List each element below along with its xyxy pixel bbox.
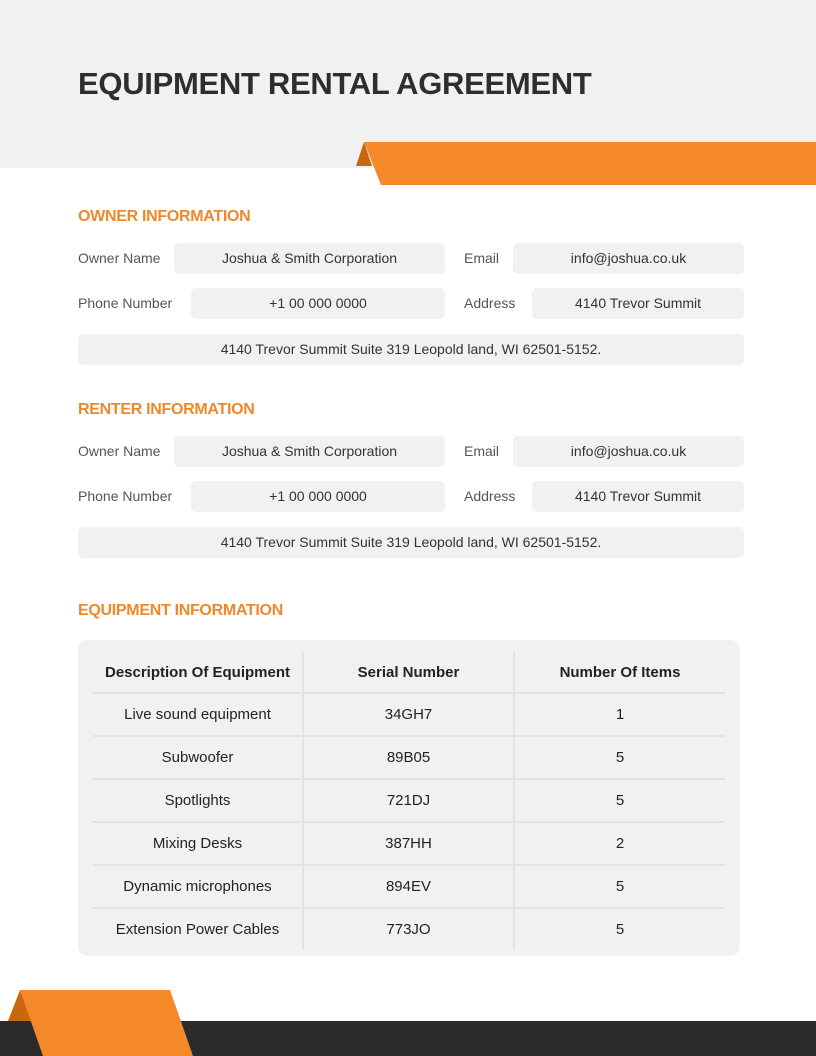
- table-row: Subwoofer 89B05 5: [93, 736, 725, 780]
- equipment-table-card: Description Of Equipment Serial Number N…: [78, 640, 740, 956]
- cell-description: Spotlights: [93, 779, 303, 823]
- table-header-row: Description Of Equipment Serial Number N…: [93, 652, 725, 694]
- footer-ribbon: [8, 990, 193, 1056]
- cell-serial-number: 894EV: [302, 865, 514, 909]
- cell-serial-number: 387HH: [302, 822, 514, 866]
- renter-name-label: Owner Name: [78, 443, 161, 459]
- renter-address-field[interactable]: 4140 Trevor Summit: [532, 481, 744, 512]
- column-header-serial-number: Serial Number: [302, 652, 514, 694]
- owner-name-label: Owner Name: [78, 250, 161, 266]
- footer-ribbon-band: [20, 990, 193, 1056]
- cell-serial-number: 773JO: [302, 908, 514, 950]
- cell-description: Dynamic microphones: [93, 865, 303, 909]
- cell-number-of-items: 5: [513, 736, 725, 780]
- renter-name-field[interactable]: Joshua & Smith Corporation: [174, 436, 445, 467]
- cell-description: Live sound equipment: [93, 693, 303, 737]
- column-header-number-of-items: Number Of Items: [513, 652, 725, 694]
- owner-section-title: OWNER INFORMATION: [78, 208, 251, 225]
- owner-email-field[interactable]: info@joshua.co.uk: [513, 243, 744, 274]
- equipment-section-title: EQUIPMENT INFORMATION: [78, 602, 283, 619]
- renter-phone-field[interactable]: +1 00 000 0000: [191, 481, 445, 512]
- renter-full-address-field[interactable]: 4140 Trevor Summit Suite 319 Leopold lan…: [78, 527, 744, 558]
- header-ribbon-band: [364, 142, 816, 185]
- renter-address-label: Address: [464, 488, 516, 504]
- cell-description: Subwoofer: [93, 736, 303, 780]
- owner-name-field[interactable]: Joshua & Smith Corporation: [174, 243, 445, 274]
- owner-address-field[interactable]: 4140 Trevor Summit: [532, 288, 744, 319]
- cell-number-of-items: 5: [513, 779, 725, 823]
- owner-email-label: Email: [464, 250, 500, 266]
- equipment-table: Description Of Equipment Serial Number N…: [93, 652, 725, 950]
- table-row: Spotlights 721DJ 5: [93, 779, 725, 823]
- header-ribbon: [356, 142, 816, 185]
- cell-serial-number: 721DJ: [302, 779, 514, 823]
- column-header-description: Description Of Equipment: [93, 652, 303, 694]
- cell-number-of-items: 1: [513, 693, 725, 737]
- cell-serial-number: 89B05: [302, 736, 514, 780]
- cell-description: Extension Power Cables: [115, 921, 280, 938]
- table-row: Mixing Desks 387HH 2: [93, 822, 725, 866]
- table-row: Dynamic microphones 894EV 5: [93, 865, 725, 909]
- cell-description: Mixing Desks: [93, 822, 303, 866]
- cell-serial-number: 34GH7: [302, 693, 514, 737]
- owner-address-label: Address: [464, 295, 516, 311]
- table-row: Live sound equipment 34GH7 1: [93, 693, 725, 737]
- owner-phone-label: Phone Number: [78, 295, 173, 311]
- renter-email-label: Email: [464, 443, 500, 459]
- owner-phone-field[interactable]: +1 00 000 0000: [191, 288, 445, 319]
- renter-section-title: RENTER INFORMATION: [78, 401, 255, 418]
- cell-number-of-items: 5: [513, 908, 725, 950]
- table-row: Extension Power Cables 773JO 5: [93, 908, 725, 950]
- renter-email-field[interactable]: info@joshua.co.uk: [513, 436, 744, 467]
- renter-phone-label: Phone Number: [78, 488, 173, 504]
- owner-full-address-field[interactable]: 4140 Trevor Summit Suite 319 Leopold lan…: [78, 334, 744, 365]
- cell-number-of-items: 2: [513, 822, 725, 866]
- cell-number-of-items: 5: [513, 865, 725, 909]
